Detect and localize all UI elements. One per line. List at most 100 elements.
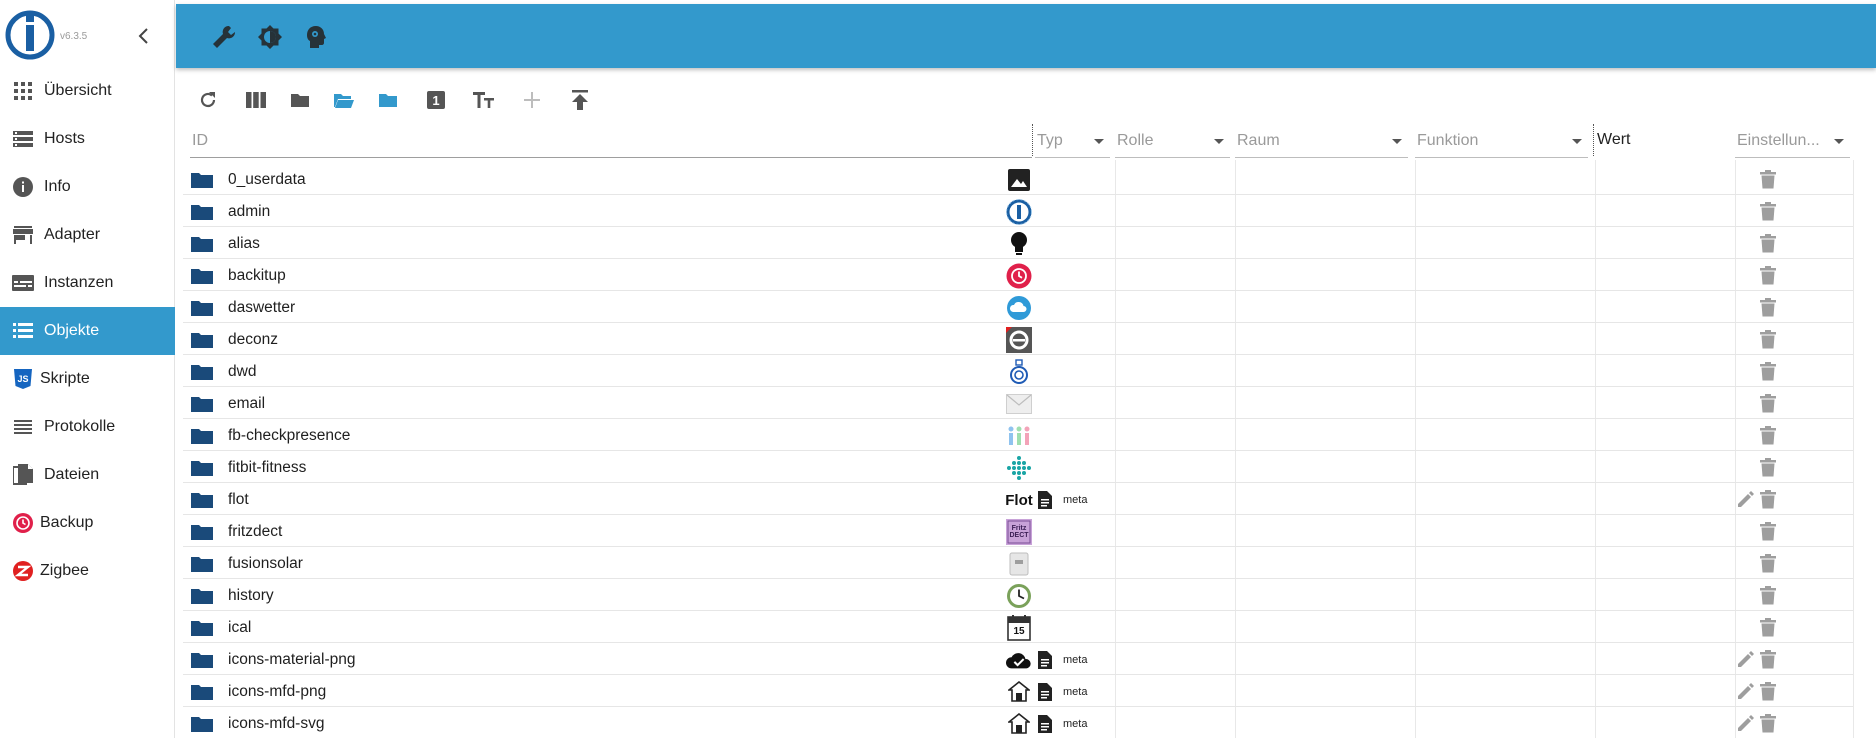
room-filter-select[interactable]: Raum [1235,126,1408,158]
trash-icon[interactable] [1760,650,1776,669]
trash-icon[interactable] [1760,714,1776,733]
trash-icon[interactable] [1760,202,1776,221]
folder-icon[interactable] [191,364,213,380]
column-resize-handle[interactable] [1593,124,1594,156]
table-row[interactable]: deconz [183,323,1853,355]
id-filter-input[interactable]: ID [190,126,1032,158]
folder-icon[interactable] [191,300,213,316]
table-row[interactable]: fritzdect Fritz DECT [183,515,1853,547]
sidebar-item-instanzen[interactable]: Instanzen [0,259,175,307]
table-row[interactable]: email [183,387,1853,419]
table-row[interactable]: backitup [183,259,1853,291]
table-row[interactable]: fitbit-fitness [183,451,1853,483]
table-row[interactable]: fusionsolar [183,547,1853,579]
number-one-icon[interactable]: 1 [424,88,448,112]
wrench-icon[interactable] [211,24,237,50]
table-row[interactable]: dwd [183,355,1853,387]
folder-icon[interactable] [191,236,213,252]
add-icon[interactable] [520,88,544,112]
trash-icon[interactable] [1760,586,1776,605]
folder-icon[interactable] [191,492,213,508]
columns-icon[interactable] [244,88,268,112]
folder-icon[interactable] [191,460,213,476]
folder-icon[interactable] [191,556,213,572]
sidebar-item-backup[interactable]: Backup [0,499,175,547]
settings-filter-select[interactable]: Einstellun... [1735,126,1850,158]
folder-icon[interactable] [288,88,312,112]
folder-icon[interactable] [191,428,213,444]
table-row[interactable]: 0_userdata [183,163,1853,195]
sidebar-item-skripte[interactable]: JS Skripte [0,355,175,403]
trash-icon[interactable] [1760,266,1776,285]
sidebar-item-dateien[interactable]: Dateien [0,451,175,499]
folder-icon[interactable] [191,716,213,732]
table-row[interactable]: icons-material-png meta [183,643,1853,675]
trash-icon[interactable] [1760,458,1776,477]
sidebar-item-info[interactable]: Info [0,163,175,211]
lightbulb-icon [1006,231,1032,257]
expert-mode-icon[interactable] [303,24,329,50]
trash-icon[interactable] [1760,554,1776,573]
trash-icon[interactable] [1760,362,1776,381]
folder-icon[interactable] [191,204,213,220]
edit-icon[interactable] [1736,715,1754,733]
role-filter-select[interactable]: Rolle [1115,126,1230,158]
folder-icon[interactable] [191,620,213,636]
svg-text:JS: JS [17,374,28,384]
upload-icon[interactable] [568,88,592,112]
fitbit-icon [1006,455,1032,481]
trash-icon[interactable] [1760,426,1776,445]
sidebar-item-hosts[interactable]: Hosts [0,115,175,163]
folder-icon[interactable] [191,332,213,348]
column-resize-handle[interactable] [1032,124,1033,156]
table-row[interactable]: admin [183,195,1853,227]
edit-icon[interactable] [1736,491,1754,509]
object-id: ical [228,619,252,636]
text-size-icon[interactable] [472,88,496,112]
trash-icon[interactable] [1760,298,1776,317]
folder-icon[interactable] [191,588,213,604]
trash-icon[interactable] [1760,618,1776,637]
object-id: fitbit-fitness [228,459,307,476]
theme-brightness-icon[interactable] [257,24,283,50]
sidebar-item-uebersicht[interactable]: Übersicht [0,67,175,115]
trash-icon[interactable] [1760,490,1776,509]
iobroker-logo-icon[interactable] [5,8,55,62]
folder-open-icon[interactable] [332,88,356,112]
collapse-sidebar-icon[interactable] [136,26,152,46]
folder-icon[interactable] [191,268,213,284]
sidebar-item-objekte[interactable]: Objekte [0,307,175,355]
folder-icon[interactable] [191,684,213,700]
sidebar-item-zigbee[interactable]: Zigbee [0,547,175,595]
type-filter-select[interactable]: Typ [1035,126,1110,158]
history-clock-icon [1006,583,1032,609]
sidebar-item-protokolle[interactable]: Protokolle [0,403,175,451]
function-filter-select[interactable]: Funktion [1415,126,1588,158]
table-row[interactable]: flot Flot meta [183,483,1853,515]
trash-icon[interactable] [1760,170,1776,189]
trash-icon[interactable] [1760,682,1776,701]
table-row[interactable]: icons-mfd-svg meta [183,707,1853,738]
table-row[interactable]: alias [183,227,1853,259]
table-row[interactable]: history [183,579,1853,611]
sidebar-item-adapter[interactable]: Adapter [0,211,175,259]
table-row[interactable]: ical 15 [183,611,1853,643]
sidebar-item-label: Protokolle [44,418,116,435]
folder-icon[interactable] [191,652,213,668]
folder-blue-icon[interactable] [376,88,400,112]
trash-icon[interactable] [1760,394,1776,413]
folder-icon[interactable] [191,524,213,540]
folder-icon[interactable] [191,396,213,412]
edit-icon[interactable] [1736,683,1754,701]
edit-icon[interactable] [1736,651,1754,669]
table-row[interactable]: icons-mfd-png meta [183,675,1853,707]
table-row[interactable]: daswetter [183,291,1853,323]
dwd-icon [1006,359,1032,385]
folder-icon[interactable] [191,172,213,188]
trash-icon[interactable] [1760,330,1776,349]
trash-icon[interactable] [1760,522,1776,541]
refresh-icon[interactable] [196,88,220,112]
table-row[interactable]: fb-checkpresence [183,419,1853,451]
trash-icon[interactable] [1760,234,1776,253]
javascript-icon: JS [12,369,34,389]
